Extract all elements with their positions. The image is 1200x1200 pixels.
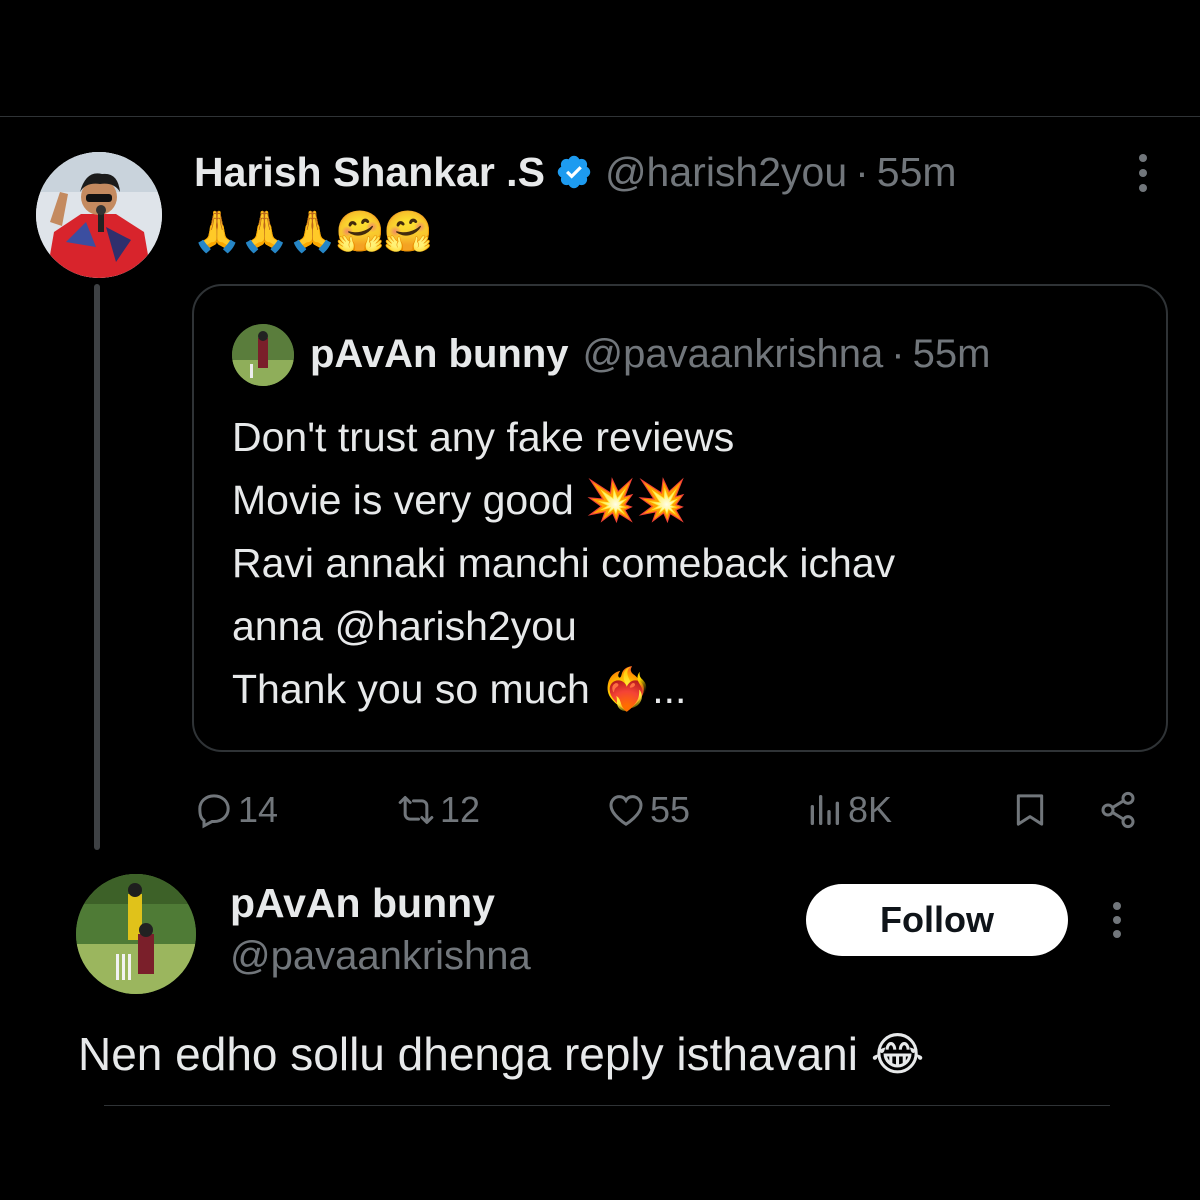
retweet-button[interactable]: 12 — [396, 786, 480, 834]
like-icon — [609, 795, 643, 826]
like-count: 55 — [650, 789, 691, 830]
reply-button[interactable]: 14 — [194, 786, 278, 834]
bottom-divider — [104, 1105, 1110, 1106]
top-divider — [0, 116, 1200, 117]
quoted-tweet-header: pAvAn bunny @pavaankrishna · 55m — [310, 328, 990, 380]
quoted-text-line: Movie is very good 💥💥 — [232, 477, 688, 523]
main-handle[interactable]: @harish2you — [605, 149, 847, 196]
quoted-text-line: Thank you so much ❤️‍🔥... — [232, 666, 687, 712]
views-icon — [810, 795, 839, 825]
main-tweet-text: 🙏🙏🙏🤗🤗 — [192, 210, 433, 254]
main-timestamp[interactable]: 55m — [877, 149, 957, 196]
verified-badge-icon — [555, 153, 593, 191]
reply-display-name[interactable]: pAvAn bunny — [230, 880, 495, 927]
like-button[interactable]: 55 — [606, 786, 690, 834]
quoted-tweet-card[interactable]: pAvAn bunny @pavaankrishna · 55m Don't t… — [192, 284, 1168, 752]
more-options-icon[interactable] — [1110, 902, 1124, 938]
separator-dot: · — [855, 148, 869, 195]
quoted-display-name: pAvAn bunny — [310, 331, 569, 376]
bookmark-button[interactable] — [1010, 786, 1054, 834]
more-options-icon[interactable] — [1136, 154, 1150, 192]
share-icon — [1101, 791, 1135, 829]
quoted-text-line: anna @harish2you — [232, 603, 577, 649]
main-tweet-header: Harish Shankar .S @harish2you · 55m — [194, 146, 957, 198]
harish-avatar[interactable] — [36, 152, 162, 278]
quoted-avatar — [232, 324, 294, 386]
quoted-timestamp: 55m — [912, 331, 991, 376]
views-button[interactable]: 8K — [804, 786, 892, 834]
reply-tweet-text: Nen edho sollu dhenga reply isthavani 😂 — [78, 1028, 925, 1080]
quoted-tweet-text: Don't trust any fake reviews Movie is ve… — [232, 406, 895, 721]
quoted-handle: @pavaankrishna — [582, 331, 884, 376]
bookmark-icon — [1016, 794, 1044, 826]
quoted-text-line: Don't trust any fake reviews — [232, 414, 735, 460]
reply-icon — [198, 794, 230, 829]
pavan-avatar[interactable] — [76, 874, 196, 994]
retweet-count: 12 — [440, 789, 481, 830]
quoted-text-line: Ravi annaki manchi comeback ichav — [232, 540, 896, 586]
main-display-name[interactable]: Harish Shankar .S — [194, 149, 545, 196]
reply-count: 14 — [238, 789, 279, 830]
reply-handle[interactable]: @pavaankrishna — [230, 934, 531, 979]
share-button[interactable] — [1098, 786, 1142, 834]
follow-button[interactable]: Follow — [806, 884, 1068, 956]
retweet-icon — [398, 796, 434, 824]
thread-connector-line — [94, 284, 100, 850]
separator-dot: · — [891, 331, 905, 376]
views-count: 8K — [848, 789, 893, 830]
